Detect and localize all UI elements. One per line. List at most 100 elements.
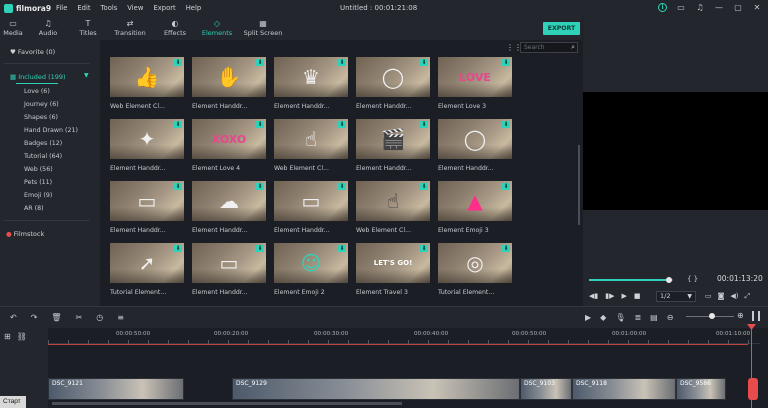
download-icon[interactable]: ⬇	[174, 121, 182, 128]
element-thumbnail[interactable]: ⬇ ✦	[110, 119, 184, 159]
mic-icon[interactable]: 🎙	[615, 313, 625, 322]
timeline-clip[interactable]: DSC_9129	[232, 378, 520, 400]
download-icon[interactable]: ⬇	[420, 59, 428, 66]
stop-icon[interactable]: ■	[634, 292, 641, 300]
element-card[interactable]: ⬇ ▭ Element Handdr...	[274, 181, 348, 234]
element-thumbnail[interactable]: ⬇ ☺	[274, 243, 348, 283]
bell-icon[interactable]: ♫	[695, 2, 705, 12]
element-card[interactable]: ⬇ ◯ Element Handdr...	[438, 119, 512, 172]
download-icon[interactable]: ⬇	[256, 121, 264, 128]
prev-frame-icon[interactable]: ◀▮	[589, 292, 598, 300]
close-track-button[interactable]	[748, 378, 758, 400]
sidebar-item-emoji[interactable]: Emoji (9)	[24, 192, 52, 199]
element-card[interactable]: ⬇ ☝ Web Element Cl...	[356, 181, 430, 234]
fullscreen-icon[interactable]: ⤢	[745, 292, 751, 301]
search-icon[interactable]: ⌕	[571, 43, 575, 52]
download-icon[interactable]: ⬇	[420, 121, 428, 128]
element-card[interactable]: ⬇ LOVE Element Love 3	[438, 57, 512, 110]
preview-progress-bar[interactable]	[589, 277, 673, 283]
element-thumbnail[interactable]: ⬇ 🎬	[356, 119, 430, 159]
time-ruler[interactable]: 00:00:50:00 00:00:20:00 00:00:30:00 00:00:4…	[48, 328, 760, 344]
element-thumbnail[interactable]: ⬇ ☝	[274, 119, 348, 159]
element-card[interactable]: ⬇ ☺ Element Emoji 2	[274, 243, 348, 296]
element-card[interactable]: ⬇ ◯ Element Handdr...	[356, 57, 430, 110]
download-icon[interactable]: ⬇	[338, 59, 346, 66]
element-thumbnail[interactable]: ⬇ ➚	[110, 243, 184, 283]
playback-quality-select[interactable]: 1/2 ▼	[656, 291, 696, 302]
menu-tools[interactable]: Tools	[101, 4, 118, 12]
sidebar-item-tutorial[interactable]: Tutorial (64)	[24, 153, 62, 160]
element-thumbnail[interactable]: ⬇ ▭	[192, 243, 266, 283]
sidebar-item-pets[interactable]: Pets (11)	[24, 179, 52, 186]
element-thumbnail[interactable]: ⬇ ◎	[438, 243, 512, 283]
download-icon[interactable]: ⬇	[256, 59, 264, 66]
download-icon[interactable]: ⬇	[174, 245, 182, 252]
tab-split-screen[interactable]: ▦ Split Screen	[238, 16, 288, 40]
element-card[interactable]: ⬇ ☁ Element Handdr...	[192, 181, 266, 234]
sidebar-item-favorite[interactable]: ♥ Favorite (0)	[10, 48, 55, 56]
minimize-icon[interactable]: —	[714, 2, 724, 12]
cut-icon[interactable]: ✂	[76, 313, 83, 322]
element-thumbnail[interactable]: ⬇ ▲	[438, 181, 512, 221]
close-icon[interactable]: ✕	[752, 2, 762, 12]
sidebar-item-love[interactable]: Love (6)	[24, 88, 50, 95]
download-icon[interactable]: ⬇	[256, 183, 264, 190]
download-icon[interactable]: ⬇	[420, 183, 428, 190]
element-card[interactable]: ⬇ ✦ Element Handdr...	[110, 119, 184, 172]
element-card[interactable]: ⬇ ▲ Element Emoji 3	[438, 181, 512, 234]
link-icon[interactable]: ⛓	[17, 332, 27, 341]
download-icon[interactable]: ⬇	[420, 245, 428, 252]
download-icon[interactable]: ⬇	[502, 183, 510, 190]
sidebar-item-web[interactable]: Web (56)	[24, 166, 53, 173]
sidebar-item-hand-drawn[interactable]: Hand Drawn (21)	[24, 127, 78, 134]
sidebar-item-badges[interactable]: Badges (12)	[24, 140, 62, 147]
sidebar-item-filmstock[interactable]: ● Filmstock	[6, 230, 44, 238]
mark-in-out-icon[interactable]: { }	[687, 275, 698, 283]
element-thumbnail[interactable]: ⬇ ✋	[192, 57, 266, 97]
timeline-clip[interactable]: DSC_9118	[572, 378, 676, 400]
subtitle-icon[interactable]: ▤	[650, 313, 658, 322]
tab-transition[interactable]: ⇄ Transition	[106, 16, 154, 40]
menu-file[interactable]: File	[56, 4, 67, 12]
timeline-clip[interactable]: DSC_9103	[520, 378, 572, 400]
element-thumbnail[interactable]: ⬇ ☝	[356, 181, 430, 221]
pause-icon[interactable]	[752, 311, 760, 321]
download-icon[interactable]: ⬇	[338, 183, 346, 190]
element-card[interactable]: ⬇ 👍 Web Element Cl...	[110, 57, 184, 110]
tab-audio[interactable]: ♫ Audio	[26, 16, 70, 40]
download-icon[interactable]: ⬇	[174, 59, 182, 66]
sidebar-item-shapes[interactable]: Shapes (6)	[24, 114, 58, 121]
menu-help[interactable]: Help	[186, 4, 202, 12]
folder-icon[interactable]: ▭	[676, 2, 686, 12]
download-icon[interactable]: ⬇	[502, 121, 510, 128]
element-thumbnail[interactable]: ⬇ LOVE	[438, 57, 512, 97]
menu-view[interactable]: View	[127, 4, 143, 12]
menu-edit[interactable]: Edit	[77, 4, 90, 12]
next-frame-icon[interactable]: ▮▶	[605, 292, 614, 300]
tab-media[interactable]: ▭ Media	[0, 16, 26, 40]
play-icon[interactable]: ▶	[622, 292, 627, 300]
info-icon[interactable]: i	[658, 2, 667, 12]
element-thumbnail[interactable]: ⬇ ◯	[356, 57, 430, 97]
element-thumbnail[interactable]: ⬇ ☁	[192, 181, 266, 221]
progress-handle[interactable]	[665, 277, 672, 283]
timeline-scrollbar[interactable]	[52, 402, 402, 405]
speed-icon[interactable]: ◷	[96, 313, 103, 322]
download-icon[interactable]: ⬇	[338, 245, 346, 252]
download-icon[interactable]: ⬇	[174, 183, 182, 190]
element-thumbnail[interactable]: ⬇ LET'S GO!	[356, 243, 430, 283]
menu-export[interactable]: Export	[153, 4, 175, 12]
timeline-clip[interactable]: DSC_9121	[48, 378, 184, 400]
delete-icon[interactable]: 🗑	[51, 313, 61, 322]
element-card[interactable]: ⬇ 🎬 Element Handdr...	[356, 119, 430, 172]
export-button[interactable]: EXPORT	[543, 22, 580, 35]
sidebar-item-ar[interactable]: AR (8)	[24, 205, 44, 212]
start-button[interactable]: Старт	[0, 396, 26, 408]
grid-scrollbar[interactable]	[578, 145, 580, 225]
element-card[interactable]: ⬇ ➚ Tutorial Element...	[110, 243, 184, 296]
element-card[interactable]: ⬇ ♛ Element Handdr...	[274, 57, 348, 110]
download-icon[interactable]: ⬇	[256, 245, 264, 252]
undo-icon[interactable]: ↶	[10, 313, 17, 322]
element-thumbnail[interactable]: ⬇ ▭	[274, 181, 348, 221]
download-icon[interactable]: ⬇	[502, 59, 510, 66]
